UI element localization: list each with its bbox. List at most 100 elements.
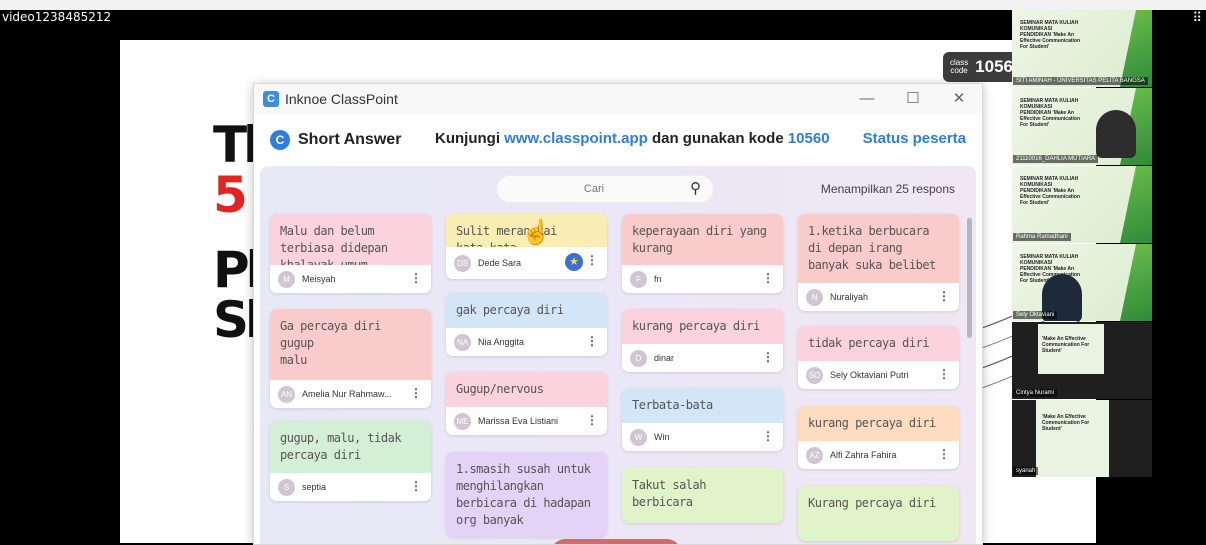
- author-name: Win: [654, 432, 670, 442]
- author-name: Meisyah: [302, 274, 336, 284]
- thumbnail-decoration: [1120, 10, 1152, 87]
- participant-name: SITI AMINAH - UNIVERSITAS PELITA BANGSA: [1013, 77, 1148, 85]
- response-count: Menampilkan 25 respons: [820, 182, 955, 196]
- participant-name: Cintya Nurami: [1013, 389, 1058, 397]
- participant-tile[interactable]: SEMINAR MATA KULIAH KOMUNIKASI PENDIDIKA…: [1012, 10, 1152, 87]
- author-name: septia: [302, 482, 327, 492]
- response-text: 1.ketika berbucara di depan irang banyak…: [808, 224, 936, 272]
- avatar: N: [806, 288, 823, 306]
- grid-view-icon[interactable]: ⠿: [1192, 10, 1201, 26]
- more-options-icon[interactable]: ⋮: [586, 413, 598, 427]
- response-card[interactable]: gak percaya diri NA Nia Anggita ⋮: [446, 293, 607, 356]
- class-code-label: class code: [949, 58, 969, 75]
- participant-tile[interactable]: SEMINAR MATA KULIAH KOMUNIKASI PENDIDIKA…: [1012, 88, 1152, 165]
- more-options-icon[interactable]: ⋮: [938, 447, 950, 461]
- more-options-icon[interactable]: ⋮: [938, 289, 950, 303]
- participant-name: 21110016_DAHLIA MUTIARA: [1013, 155, 1099, 163]
- slide-thumbnail-text: 'Make An Effective Communication For Stu…: [1042, 336, 1090, 354]
- slide-thumbnail-text: SEMINAR MATA KULIAH KOMUNIKASI PENDIDIKA…: [1020, 176, 1081, 206]
- response-text: 1.smasih susah untuk menghilangkan berbi…: [456, 462, 591, 527]
- response-card[interactable]: Ga percaya diri gugup malu AN Amelia Nur …: [270, 309, 431, 408]
- star-award-icon[interactable]: ★: [565, 253, 583, 271]
- search-input[interactable]: [507, 176, 681, 202]
- more-options-icon[interactable]: ⋮: [586, 334, 598, 348]
- response-text: Takut salah berbicara: [632, 478, 706, 509]
- response-card[interactable]: Kurang percaya diri: [798, 486, 959, 541]
- search-icon[interactable]: ⚲: [690, 179, 701, 197]
- responses-board: ⚲ Menampilkan 25 respons Malu dan belum …: [260, 166, 976, 544]
- response-text: Gugup/nervous: [456, 382, 544, 396]
- more-options-icon[interactable]: ⋮: [410, 386, 422, 400]
- response-card[interactable]: gugup, malu, tidak percaya diri Sseptia ⋮: [270, 421, 431, 501]
- slide-thumbnail-text: SEMINAR MATA KULIAH KOMUNIKASI PENDIDIKA…: [1020, 98, 1081, 128]
- avatar: W: [630, 428, 647, 446]
- instruction-mid: dan gunakan kode: [651, 130, 784, 147]
- more-options-icon[interactable]: ⋮: [410, 479, 422, 493]
- response-card[interactable]: 1.smasih susah untuk menghilangkan berbi…: [446, 452, 607, 537]
- window-title: Inknoe ClassPoint: [285, 91, 398, 107]
- thumbnail-decoration: [1120, 166, 1152, 243]
- slide-letter: 5: [213, 166, 248, 224]
- more-options-icon[interactable]: ⋮: [410, 271, 422, 285]
- response-card[interactable]: keperayaan diri yang kurang Ffn ⋮: [622, 214, 783, 293]
- response-card[interactable]: Terbata-bata W Win ⋮: [622, 388, 783, 451]
- scrollbar[interactable]: [967, 218, 972, 338]
- participant-tile[interactable]: 'Make An Effective Communication For Stu…: [1012, 400, 1152, 477]
- video-label: video1238485212: [2, 10, 112, 24]
- avatar: DS: [454, 254, 471, 272]
- more-options-icon[interactable]: ⋮: [762, 271, 774, 285]
- author-name: fn: [654, 274, 662, 284]
- response-card[interactable]: Takut salah berbicara: [622, 468, 783, 523]
- participant-tile[interactable]: 'Make An Effective Communication For Stu…: [1012, 322, 1152, 399]
- author-name: Amelia Nur Rahmaw...: [302, 389, 392, 399]
- response-card[interactable]: kurang percaya diri Ddinar ⋮: [622, 309, 783, 372]
- avatar: D: [630, 349, 647, 367]
- classpoint-window: C Inknoe ClassPoint — ☐ ✕ C Short Answer…: [253, 83, 983, 545]
- participant-name: syanah: [1013, 467, 1039, 475]
- instruction-url[interactable]: www.classpoint.app: [504, 130, 648, 147]
- response-text: kurang percaya diri: [808, 416, 936, 430]
- author-name: dinar: [654, 353, 675, 363]
- response-text: Malu dan belum terbiasa didepan khalayak…: [280, 224, 388, 272]
- join-instruction: Kunjungi www.classpoint.app dan gunakan …: [435, 130, 830, 147]
- response-text: gugup, malu, tidak percaya diri: [280, 431, 402, 462]
- more-options-icon[interactable]: ⋮: [762, 350, 774, 364]
- response-card[interactable]: 1.ketika berbucara di depan irang banyak…: [798, 214, 959, 311]
- participant-tile[interactable]: SEMINAR MATA KULIAH KOMUNIKASI PENDIDIKA…: [1012, 166, 1152, 243]
- title-bar[interactable]: C Inknoe ClassPoint — ☐ ✕: [254, 84, 982, 114]
- instruction-code: 10560: [787, 130, 830, 147]
- action-button[interactable]: [551, 539, 681, 544]
- avatar: SO: [806, 366, 823, 384]
- avatar: NA: [454, 333, 471, 351]
- instruction-prefix: Kunjungi: [435, 130, 500, 147]
- participant-video: [1096, 110, 1136, 158]
- search-box[interactable]: ⚲: [496, 175, 714, 203]
- participant-tile[interactable]: SEMINAR MATA KULIAH KOMUNIKASI PENDIDIKA…: [1012, 244, 1152, 321]
- slide-letter: Sl: [213, 291, 262, 349]
- more-options-icon[interactable]: ⋮: [762, 429, 774, 443]
- maximize-button[interactable]: ☐: [890, 88, 936, 110]
- participant-name: Rahma Ramadhani: [1013, 233, 1071, 241]
- response-text: gak percaya diri: [456, 303, 564, 317]
- avatar: AN: [278, 385, 295, 403]
- more-options-icon[interactable]: ⋮: [938, 367, 950, 381]
- response-text: keperayaan diri yang kurang: [632, 224, 767, 255]
- avatar: ME: [454, 412, 471, 430]
- slide-thumbnail-text: SEMINAR MATA KULIAH KOMUNIKASI PENDIDIKA…: [1020, 20, 1081, 50]
- author-name: Nuraliyah: [830, 292, 869, 302]
- participant-status-link[interactable]: Status peserta: [863, 130, 966, 147]
- close-button[interactable]: ✕: [936, 88, 982, 110]
- minimize-button[interactable]: —: [844, 88, 890, 110]
- response-text: tidak percaya diri: [808, 336, 930, 350]
- response-card[interactable]: Gugup/nervous ME Marissa Eva Listiani ⋮: [446, 372, 607, 435]
- class-code-value: 1056: [975, 57, 1013, 76]
- response-text: Ga percaya diri gugup malu: [280, 319, 381, 367]
- avatar: AZ: [806, 446, 823, 464]
- classpoint-app-icon: C: [263, 91, 279, 107]
- response-card[interactable]: Malu dan belum terbiasa didepan khalayak…: [270, 214, 431, 293]
- more-options-icon[interactable]: ⋮: [586, 253, 598, 267]
- response-card[interactable]: tidak percaya diri SO Sely Oktaviani Putr…: [798, 326, 959, 389]
- response-text: kurang percaya diri: [632, 319, 760, 333]
- author-name: Alfi Zahra Fahira: [830, 450, 897, 460]
- response-card[interactable]: kurang percaya diri AZ Alfi Zahra Fahira ⋮: [798, 406, 959, 469]
